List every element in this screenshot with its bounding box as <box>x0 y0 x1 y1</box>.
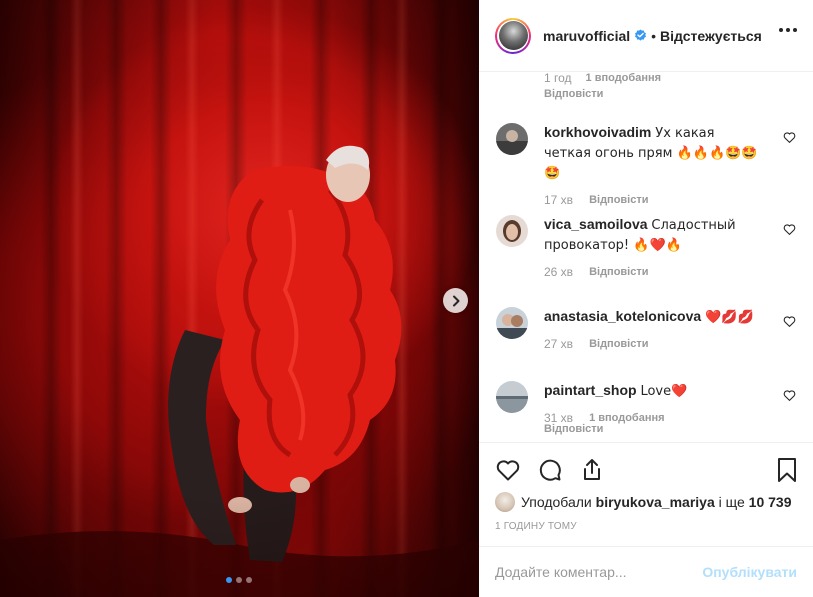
post-side-panel: maruvofficial • Відстежується 1 год 1 вп… <box>479 0 813 597</box>
carousel-dot <box>246 577 252 583</box>
commenter-avatar[interactable] <box>496 215 528 247</box>
comment-item: paintart_shop Love❤️ 31 хв 1 вподобання … <box>496 381 796 435</box>
reply-button[interactable]: Відповісти <box>589 266 648 278</box>
chevron-right-icon <box>452 295 459 306</box>
post-header: maruvofficial • Відстежується <box>479 0 813 72</box>
likes-prefix: Уподобали <box>521 494 592 510</box>
share-icon[interactable] <box>579 457 605 483</box>
comment-text-block: paintart_shop Love❤️ <box>544 381 764 401</box>
comment-meta-top: 1 год 1 вподобання Відповісти <box>544 73 661 100</box>
avatar[interactable] <box>495 17 531 54</box>
heart-outline-icon[interactable] <box>783 389 796 402</box>
commenter-avatar[interactable] <box>496 307 528 339</box>
publish-button[interactable]: Опублікувати <box>702 564 797 580</box>
comment-icon[interactable] <box>537 457 563 483</box>
post-actions: Уподобали biryukova_mariya і ще 10 739 1… <box>479 442 813 546</box>
comment-text: Love❤️ <box>640 384 688 399</box>
liker-username[interactable]: biryukova_mariya <box>596 494 715 510</box>
commenter-username[interactable]: anastasia_kotelonicova <box>544 308 701 324</box>
post-timestamp[interactable]: 1 годину тому <box>495 521 577 532</box>
comment-likes[interactable]: 1 вподобання <box>586 73 661 84</box>
comment-text-block: anastasia_kotelonicova ❤️💋💋 <box>544 307 764 327</box>
commenter-username[interactable]: vica_samoilova <box>544 216 648 232</box>
comment-time: 1 год <box>544 73 572 85</box>
heart-outline-icon[interactable] <box>783 131 796 144</box>
comment-text-block: korkhovoivadim Ух какая четкая огонь пря… <box>544 123 764 183</box>
likes-count[interactable]: 10 739 <box>749 494 792 510</box>
reply-button[interactable]: Відповісти <box>589 194 648 206</box>
bookmark-icon[interactable] <box>777 457 797 483</box>
likes-summary: Уподобали biryukova_mariya і ще 10 739 <box>495 492 792 512</box>
comments-list[interactable]: 1 год 1 вподобання Відповісти korkhovoiv… <box>479 73 813 441</box>
heart-outline-icon[interactable] <box>783 315 796 328</box>
avatar-image <box>498 21 528 50</box>
comment-time: 26 хв <box>544 265 574 279</box>
comment-text-block: vica_samoilova Сладостный провокатор! 🔥❤… <box>544 215 764 255</box>
commenter-avatar[interactable] <box>496 123 528 155</box>
separator-dot: • <box>651 27 657 44</box>
follow-status-button[interactable]: Відстежується <box>660 28 762 44</box>
comment-time: 17 хв <box>544 193 574 207</box>
liker-avatar[interactable] <box>495 492 515 512</box>
comment-time: 27 хв <box>544 337 574 351</box>
likes-suffix: і ще <box>718 494 745 510</box>
author-username[interactable]: maruvofficial <box>543 28 630 44</box>
carousel-dot-active <box>226 577 232 583</box>
post-image[interactable] <box>0 0 479 597</box>
reply-button[interactable]: Відповісти <box>589 338 648 350</box>
heart-outline-icon[interactable] <box>783 223 796 236</box>
carousel-indicator <box>226 577 252 583</box>
reply-button[interactable]: Відповісти <box>544 423 796 435</box>
comment-input[interactable] <box>495 564 703 580</box>
heart-icon[interactable] <box>495 457 521 483</box>
comment-text: ❤️💋💋 <box>705 310 754 325</box>
more-options-icon[interactable] <box>779 28 797 32</box>
commenter-username[interactable]: paintart_shop <box>544 382 637 398</box>
next-slide-button[interactable] <box>443 288 468 313</box>
verified-badge-icon <box>635 29 647 41</box>
commenter-avatar[interactable] <box>496 381 528 413</box>
commenter-username[interactable]: korkhovoivadim <box>544 124 651 140</box>
comment-item: anastasia_kotelonicova ❤️💋💋 27 хв Відпов… <box>496 307 796 351</box>
comment-item: vica_samoilova Сладостный провокатор! 🔥❤… <box>496 215 796 279</box>
comment-item: korkhovoivadim Ух какая четкая огонь пря… <box>496 123 796 207</box>
carousel-dot <box>236 577 242 583</box>
add-comment-form: Опублікувати <box>479 546 813 597</box>
reply-button[interactable]: Відповісти <box>544 88 661 100</box>
